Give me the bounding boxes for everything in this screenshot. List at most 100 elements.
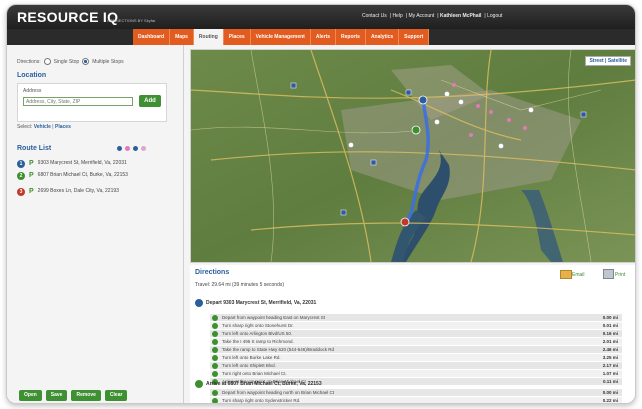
leg2-marker-icon [195, 380, 203, 388]
tab-dashboard[interactable]: Dashboard [133, 29, 171, 45]
route-buttons: Open Save Remove Clear [19, 390, 128, 401]
step-check-icon [212, 354, 218, 361]
step-check-icon [212, 370, 218, 377]
location-box: Address Add [17, 83, 167, 122]
tab-support[interactable]: Support [399, 29, 430, 45]
logo-tagline: CONNECTIONS BY Skyfar [107, 18, 156, 23]
step-distance: 0.22 mi [602, 398, 618, 403]
directions-mode: Directions: Single Stop Multiple Stops [17, 58, 124, 65]
help-link[interactable]: Help [392, 13, 402, 19]
tab-vehicle-management[interactable]: Vehicle Management [250, 29, 311, 45]
step-distance: 0.16 mi [602, 331, 618, 336]
step-text: Turn left onto Shiplett Blvd. [222, 363, 276, 368]
step-distance: 2.01 mi [602, 339, 618, 344]
route-dot-pink[interactable] [125, 146, 130, 151]
direction-step[interactable]: Turn left onto Shiplett Blvd. 2.17 mi [210, 362, 622, 370]
leg1-title: Depart 9303 Marycrest St, Merrifield, Va… [206, 300, 317, 306]
direction-step[interactable]: Take the I 495 S ramp to Richmond. 2.01 m… [210, 338, 622, 346]
nav-tabs: Dashboard Maps Routing Places Vehicle Manage… [133, 29, 430, 45]
print-link[interactable]: Print [615, 272, 625, 278]
direction-step[interactable]: Depart from waypoint heading north on Br… [210, 389, 622, 397]
select-places-link[interactable]: Places [55, 124, 71, 130]
single-stop-label: Single Stop [53, 58, 80, 65]
route-item[interactable]: 3 P 2699 Boxes Ln, Dale City, Va, 22193 [17, 188, 177, 196]
route-number: 1 [17, 160, 25, 168]
direction-step[interactable]: Turn sharp right onto Stonehurst Dr. 0.01… [210, 322, 622, 330]
multiple-stops-radio[interactable] [82, 58, 90, 65]
route-item[interactable]: 1 P 9303 Marycrest St, Merrifield, Va, 2… [17, 160, 177, 168]
route-item[interactable]: 2 P 6807 Brian Michael Ct, Burke, Va, 22… [17, 172, 177, 180]
step-distance: 0.01 mi [602, 323, 618, 328]
route-dot-blue-2[interactable] [133, 146, 138, 151]
address-label: Address [23, 88, 42, 94]
leg2-steps: Depart from waypoint heading north on Br… [210, 389, 622, 403]
open-button[interactable]: Open [19, 390, 42, 401]
step-check-icon [212, 389, 218, 396]
user-name: Kathleen McPhail [440, 13, 482, 19]
single-stop-radio[interactable] [43, 58, 51, 65]
pin-icon: P [29, 172, 34, 179]
step-text: Turn left onto Arlington Blvd/US 50. [222, 331, 293, 336]
route-address: 9303 Marycrest St, Merrifield, Va, 22031 [37, 160, 127, 166]
step-distance: 0.00 mi [602, 315, 618, 320]
header-links: Contact Us | Help | My Account | Kathleen M… [362, 13, 503, 19]
step-check-icon [212, 314, 218, 321]
route-number: 3 [17, 188, 25, 196]
step-text: Turn sharp right onto Stonehurst Dr. [222, 323, 294, 328]
route-address: 2699 Boxes Ln, Dale City, Va, 22193 [37, 188, 119, 194]
direction-step[interactable]: Take the ramp to State Hwy 620 (544-546)… [210, 346, 622, 354]
email-icon[interactable] [560, 270, 572, 279]
direction-step[interactable]: Turn right onto Brian Michael Ct. 1.07 mi [210, 370, 622, 378]
step-check-icon [212, 338, 218, 345]
remove-button[interactable]: Remove [71, 390, 101, 401]
step-check-icon [212, 330, 218, 337]
location-title: Location [17, 72, 47, 79]
map-image [191, 50, 635, 262]
step-distance: 3.25 mi [602, 355, 618, 360]
map-view-toggle[interactable]: Street | Satellite [585, 56, 631, 66]
satellite-map[interactable]: Street | Satellite [190, 49, 635, 263]
direction-step[interactable]: Turn left onto Burke Lake Rd. 3.25 mi [210, 354, 622, 362]
step-text: Depart from waypoint heading north on Br… [222, 390, 335, 395]
directions-label: Directions: [17, 58, 41, 65]
tab-reports[interactable]: Reports [336, 29, 366, 45]
tab-places[interactable]: Places [223, 29, 251, 45]
clear-button[interactable]: Clear [104, 390, 128, 401]
select-label: Select: [17, 124, 33, 130]
tab-analytics[interactable]: Analytics [365, 29, 400, 45]
direction-step[interactable]: Turn left onto Arlington Blvd/US 50. 0.16… [210, 330, 622, 338]
address-input[interactable] [23, 97, 133, 106]
route-dot-light[interactable] [141, 146, 146, 151]
logout-link[interactable]: Logout [487, 13, 502, 19]
direction-step[interactable]: Turn sharp right onto Sydenstricker Rd. 0… [210, 397, 622, 403]
step-text: Take the I 495 S ramp to Richmond. [222, 339, 294, 344]
step-text: Depart from waypoint heading East on Mar… [222, 315, 326, 320]
email-link[interactable]: Email [572, 272, 585, 278]
save-button[interactable]: Save [45, 390, 68, 401]
direction-step[interactable]: Depart from waypoint heading East on Mar… [210, 314, 622, 322]
main-nav: Dashboard Maps Routing Places Vehicle Manage… [7, 29, 635, 45]
route-list-title: Route List [17, 145, 52, 152]
multiple-stops-label: Multiple Stops [92, 58, 124, 65]
step-check-icon [212, 322, 218, 329]
directions-panel: Directions Email Print Travel: 29.64 mi … [190, 265, 635, 403]
leg2-title: Arrive at 6807 Brian Michael Ct, Burke, … [206, 381, 322, 387]
tab-routing[interactable]: Routing [193, 29, 224, 45]
contact-link[interactable]: Contact Us [362, 13, 387, 19]
pin-icon: P [29, 160, 34, 167]
select-vehicle-link[interactable]: Vehicle [34, 124, 51, 130]
sidebar: Directions: Single Stop Multiple Stops L… [7, 45, 184, 403]
select-line: Select: Vehicle | Places [17, 124, 71, 130]
my-account-link[interactable]: My Account [408, 13, 434, 19]
tab-maps[interactable]: Maps [170, 29, 194, 45]
route-dot-blue[interactable] [117, 146, 122, 151]
printer-icon[interactable] [603, 269, 614, 279]
step-distance: 1.07 mi [602, 371, 618, 376]
tab-alerts[interactable]: Alerts [310, 29, 337, 45]
step-check-icon [212, 397, 218, 403]
step-text: Turn right onto Brian Michael Ct. [222, 371, 287, 376]
add-button[interactable]: Add [139, 95, 161, 107]
step-text: Take the ramp to State Hwy 620 (544-546)… [222, 347, 335, 352]
directions-title: Directions [195, 269, 230, 276]
top-bar: RESOURCE IQ CONNECTIONS BY Skyfar Contac… [7, 5, 635, 29]
